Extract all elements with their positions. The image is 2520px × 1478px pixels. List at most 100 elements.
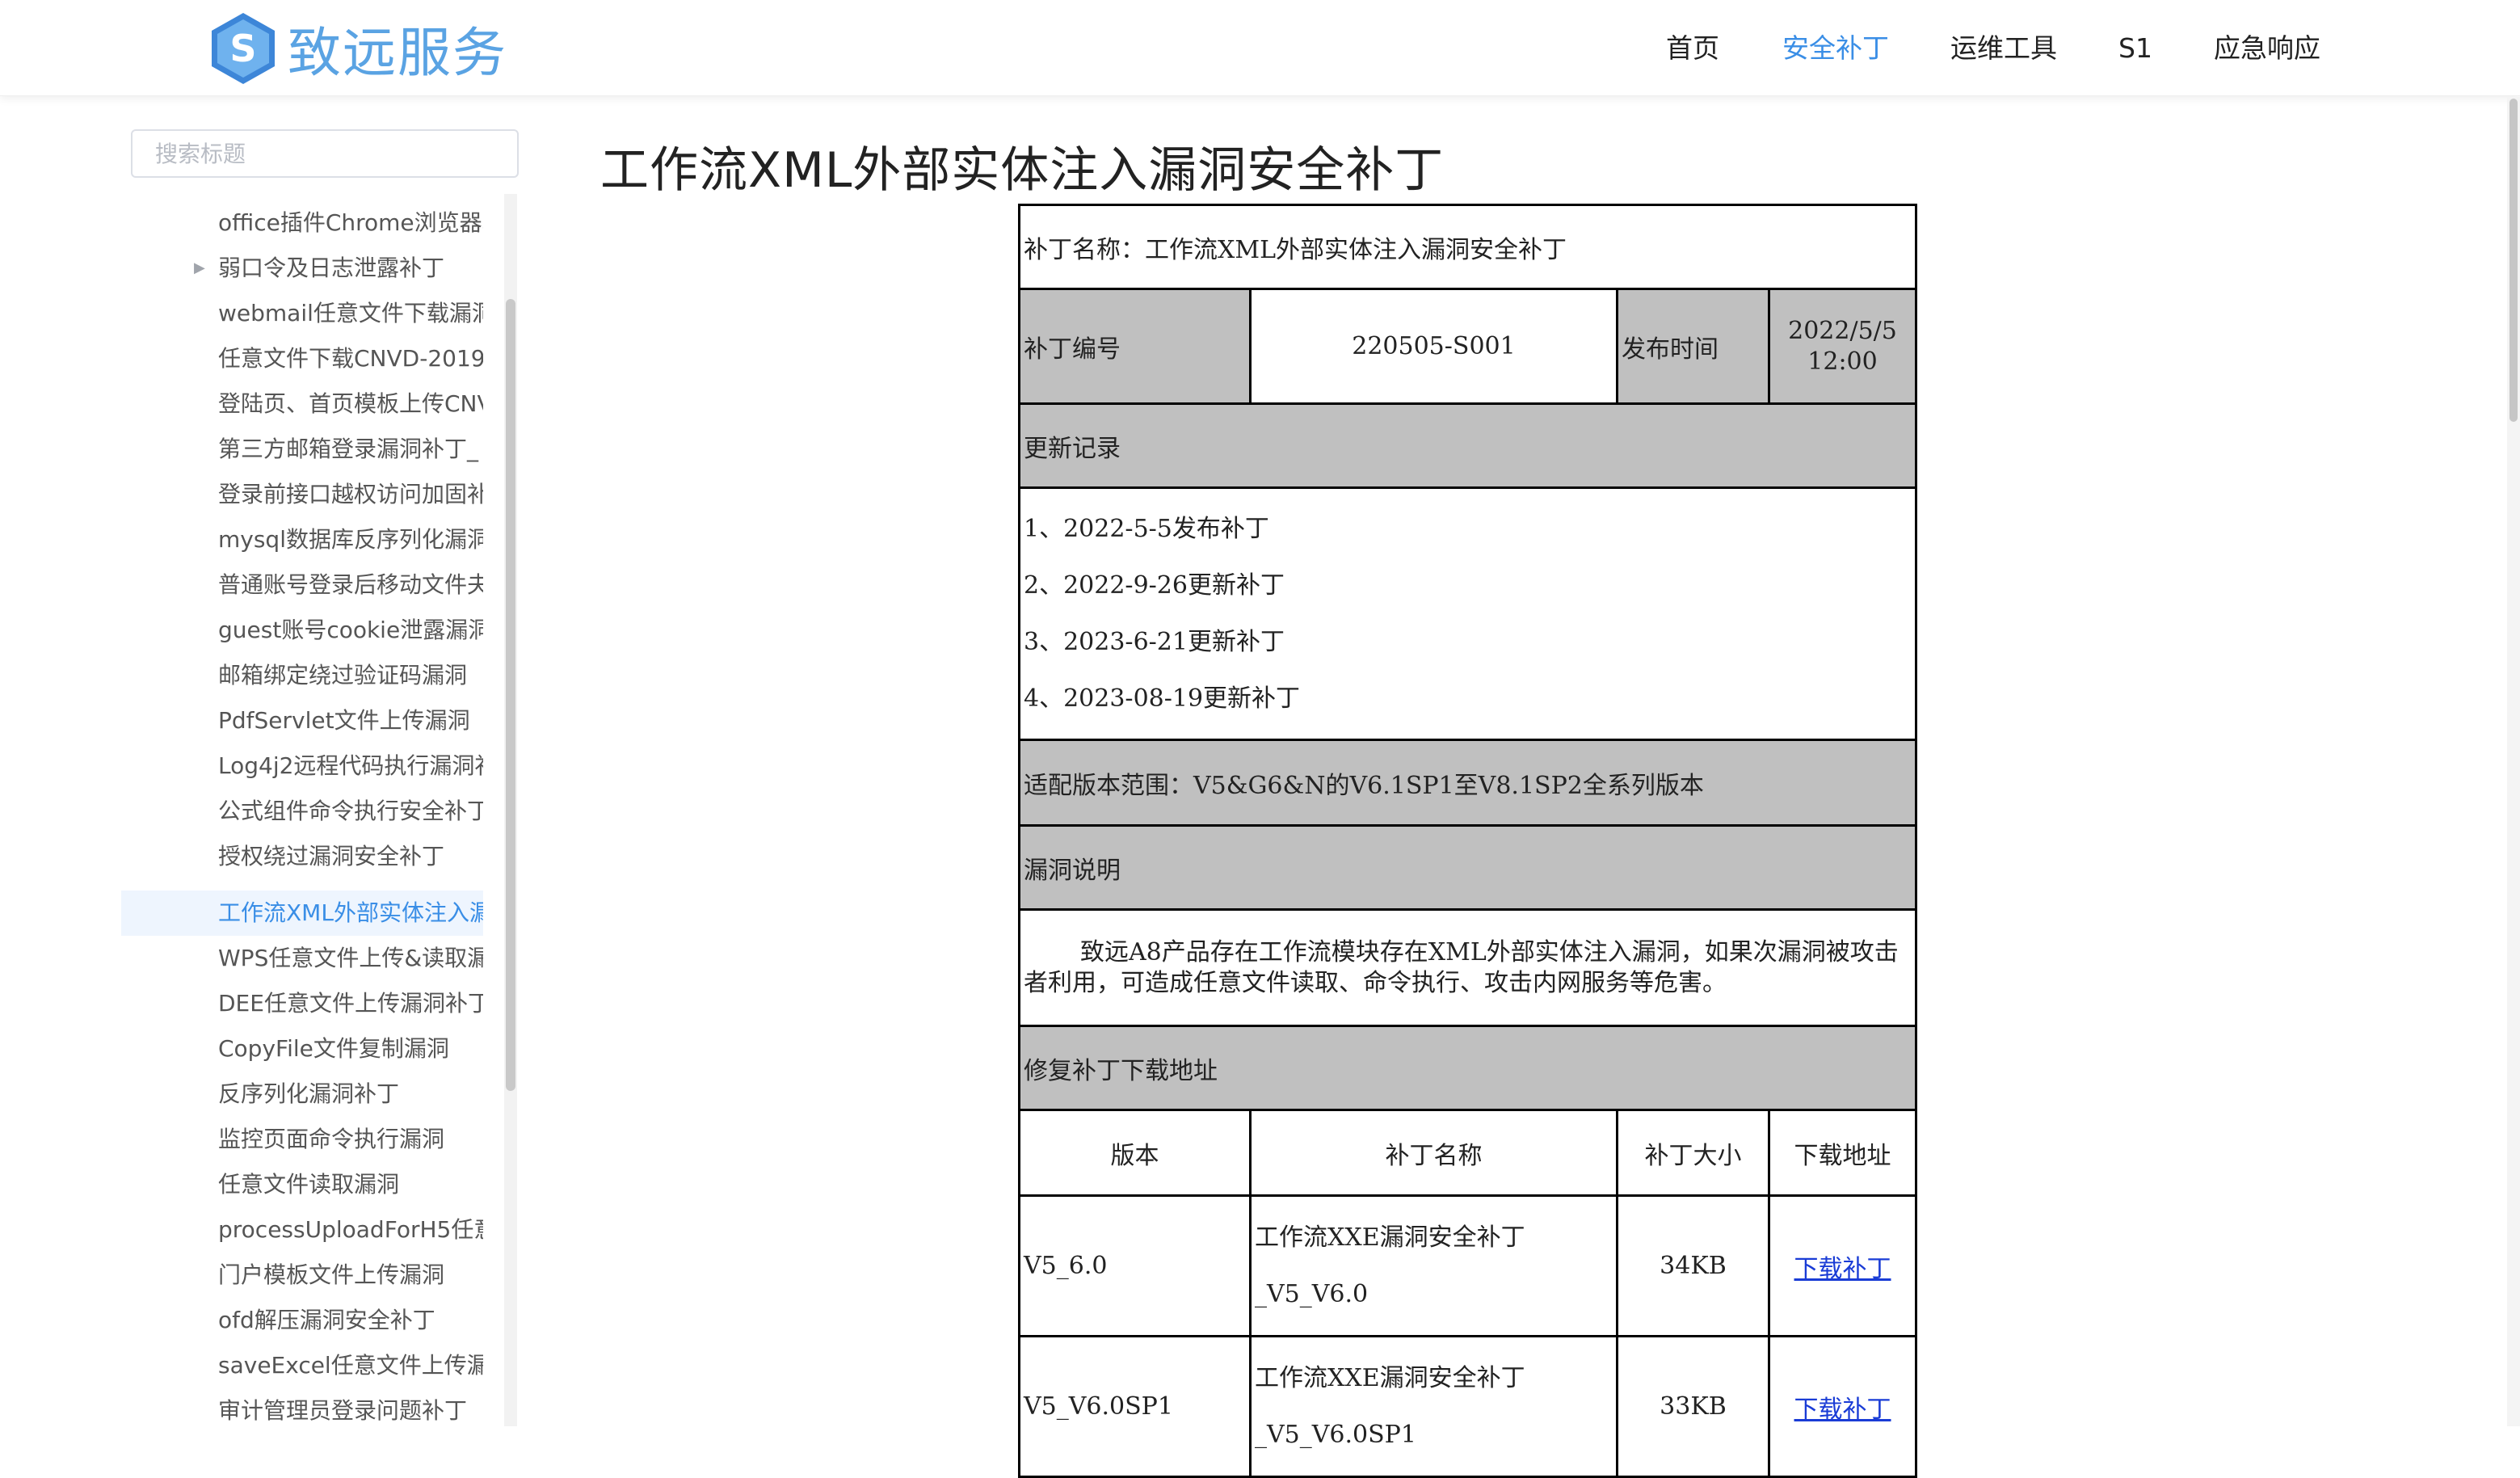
tree-item-label: 授权绕过漏洞安全补丁 [218, 843, 445, 870]
download-label: 修复补丁下载地址 [1018, 1025, 1917, 1111]
tree-item-label: 任意文件下载CNVD-2019- [218, 345, 483, 372]
col-header-patch-name: 补丁名称 [1249, 1109, 1618, 1197]
col-header-size: 补丁大小 [1616, 1109, 1770, 1197]
update-record-item: 3、2023-6-21更新补丁 [1024, 627, 1285, 656]
tree-item[interactable]: 任意文件下载CNVD-2019- [121, 336, 483, 381]
vuln-desc-label: 漏洞说明 [1018, 824, 1917, 911]
patch-name-cell: 补丁名称：工作流XML外部实体注入漏洞安全补丁 [1018, 204, 1917, 290]
logo-text: 致远服务 [288, 22, 507, 84]
release-time-label: 发布时间 [1616, 288, 1770, 405]
patch-no-label: 补丁编号 [1018, 288, 1252, 405]
row-size: 33KB [1616, 1335, 1770, 1478]
tree-item[interactable]: saveExcel任意文件上传漏 [121, 1343, 483, 1388]
tree-item[interactable]: 任意文件读取漏洞 [121, 1162, 483, 1207]
row-size: 34KB [1616, 1194, 1770, 1337]
nav-security-patch[interactable]: 安全补丁 [1782, 27, 1889, 69]
table-row: V5_V6.0SP1 工作流XXE漏洞安全补丁 _V5_V6.0SP1 33KB… [1018, 1335, 1917, 1478]
tree-item-label: Log4j2远程代码执行漏洞补 [218, 752, 483, 779]
version-scope: 适配版本范围：V5&G6&N的V6.1SP1至V8.1SP2全系列版本 [1018, 739, 1917, 827]
tree-item-active[interactable]: 工作流XML外部实体注入漏 [121, 891, 483, 936]
tree-item-label: guest账号cookie泄露漏洞 [218, 617, 483, 643]
tree-item-label: 公式组件命令执行安全补丁 [218, 798, 483, 824]
tree-item-label: 登陆页、首页模板上传CNV [218, 390, 483, 417]
tree-item[interactable]: PdfServlet文件上传漏洞 [121, 698, 483, 743]
tree-item-label: office插件Chrome浏览器增 [218, 209, 483, 236]
download-link[interactable]: 下载补丁 [1794, 1396, 1891, 1424]
tree-item[interactable]: 登录前接口越权访问加固补 [121, 472, 483, 517]
tree-item-label: 门户模板文件上传漏洞 [218, 1261, 445, 1288]
tree-item[interactable]: ▶ 弱口令及日志泄露补丁 [121, 246, 483, 291]
release-time-value: 2022/5/5 12:00 [1768, 288, 1917, 405]
row-patch-name: 工作流XXE漏洞安全补丁 _V5_V6.0SP1 [1249, 1335, 1618, 1478]
svg-text:S: S [229, 27, 256, 70]
site-logo[interactable]: S 致远服务 [208, 11, 507, 86]
row-download: 下载补丁 [1768, 1194, 1917, 1337]
row-patch-name-line: _V5_V6.0SP1 [1255, 1420, 1416, 1449]
patch-info-table: 补丁名称：工作流XML外部实体注入漏洞安全补丁 补丁编号 220505-S001… [1018, 204, 1917, 1478]
table-row: V5_6.0 工作流XXE漏洞安全补丁 _V5_V6.0 34KB 下载补丁 [1018, 1194, 1917, 1337]
row-version: V5_6.0 [1018, 1194, 1252, 1337]
tree-item[interactable]: 反序列化漏洞补丁 [121, 1072, 483, 1117]
sidebar-scrollbar-thumb[interactable] [506, 299, 515, 1091]
tree-item[interactable]: Log4j2远程代码执行漏洞补 [121, 743, 483, 789]
tree-item[interactable]: 第三方邮箱登录漏洞补丁_ [121, 427, 483, 472]
tree-item-label: saveExcel任意文件上传漏 [218, 1352, 483, 1379]
patch-tree: office插件Chrome浏览器增 ▶ 弱口令及日志泄露补丁 webmail任意… [121, 194, 483, 1426]
tree-item-label: 弱口令及日志泄露补丁 [218, 255, 445, 281]
update-record-item: 1、2022-5-5发布补丁 [1024, 514, 1269, 543]
row-download: 下载补丁 [1768, 1335, 1917, 1478]
tree-item[interactable]: 审计管理员登录问题补丁 [121, 1388, 483, 1426]
tree-item-label: PdfServlet文件上传漏洞 [218, 707, 470, 734]
page-scrollbar-thumb[interactable] [2509, 99, 2518, 422]
tree-item-label: CopyFile文件复制漏洞 [218, 1035, 449, 1062]
page-title: 工作流XML外部实体注入漏洞安全补丁 [600, 142, 1445, 199]
tree-item[interactable]: processUploadForH5任意 [121, 1207, 483, 1253]
nav-home[interactable]: 首页 [1666, 27, 1719, 69]
logo-shield-icon: S [212, 13, 275, 84]
caret-right-icon[interactable]: ▶ [194, 246, 205, 291]
tree-item[interactable]: 监控页面命令执行漏洞 [121, 1117, 483, 1162]
update-record-item: 2、2022-9-26更新补丁 [1024, 571, 1285, 600]
tree-item[interactable]: CopyFile文件复制漏洞 [121, 1026, 483, 1072]
tree-item-label: 普通账号登录后移动文件夫 [218, 571, 483, 598]
tree-item[interactable]: 门户模板文件上传漏洞 [121, 1253, 483, 1298]
tree-item[interactable]: guest账号cookie泄露漏洞 [121, 608, 483, 653]
tree-item-label: 邮箱绑定绕过验证码漏洞 [218, 662, 468, 688]
tree-item-label: webmail任意文件下载漏洞 [218, 300, 483, 326]
update-record-item: 4、2023-08-19更新补丁 [1024, 684, 1301, 713]
col-header-version: 版本 [1018, 1109, 1252, 1197]
update-record-list: 1、2022-5-5发布补丁 2、2022-9-26更新补丁 3、2023-6-… [1018, 486, 1917, 741]
nav-s1[interactable]: S1 [2118, 27, 2152, 69]
search-input[interactable] [131, 129, 519, 178]
tree-item[interactable]: office插件Chrome浏览器增 [121, 200, 483, 246]
tree-item[interactable]: 授权绕过漏洞安全补丁 [121, 834, 483, 879]
tree-item-label: DEE任意文件上传漏洞补丁 [218, 990, 483, 1017]
nav-ops-tools[interactable]: 运维工具 [1950, 27, 2057, 69]
vuln-desc-body: 致远A8产品存在工作流模块存在XML外部实体注入漏洞，如果次漏洞被攻击者利用，可… [1024, 937, 1899, 997]
tree-item-label: WPS任意文件上传&读取漏 [218, 945, 483, 971]
tree-item-label: 监控页面命令执行漏洞 [218, 1126, 445, 1152]
row-patch-name-line: 工作流XXE漏洞安全补丁 [1255, 1363, 1525, 1392]
tree-item[interactable]: ofd解压漏洞安全补丁 [121, 1298, 483, 1343]
tree-item[interactable]: webmail任意文件下载漏洞 [121, 291, 483, 336]
release-date: 2022/5/5 [1788, 316, 1897, 345]
nav-emergency-response[interactable]: 应急响应 [2214, 27, 2320, 69]
tree-item[interactable]: WPS任意文件上传&读取漏 [121, 936, 483, 981]
tree-item-label: 审计管理员登录问题补丁 [218, 1397, 468, 1424]
tree-item[interactable]: 公式组件命令执行安全补丁 [121, 789, 483, 834]
download-link[interactable]: 下载补丁 [1794, 1255, 1891, 1283]
col-header-download: 下载地址 [1768, 1109, 1917, 1197]
tree-item[interactable]: 普通账号登录后移动文件夫 [121, 562, 483, 608]
tree-item-label: 工作流XML外部实体注入漏 [218, 899, 483, 926]
tree-item[interactable]: mysql数据库反序列化漏洞 [121, 517, 483, 562]
tree-item[interactable]: 邮箱绑定绕过验证码漏洞 [121, 653, 483, 698]
release-time: 12:00 [1807, 347, 1878, 376]
tree-item-label: ofd解压漏洞安全补丁 [218, 1307, 435, 1333]
patch-no-value: 220505-S001 [1249, 288, 1618, 405]
row-patch-name: 工作流XXE漏洞安全补丁 _V5_V6.0 [1249, 1194, 1618, 1337]
update-record-label: 更新记录 [1018, 402, 1917, 489]
tree-item[interactable]: 登陆页、首页模板上传CNV [121, 381, 483, 427]
tree-item-label: mysql数据库反序列化漏洞 [218, 526, 483, 553]
tree-item-label: 第三方邮箱登录漏洞补丁_ [218, 436, 479, 462]
tree-item[interactable]: DEE任意文件上传漏洞补丁 [121, 981, 483, 1026]
